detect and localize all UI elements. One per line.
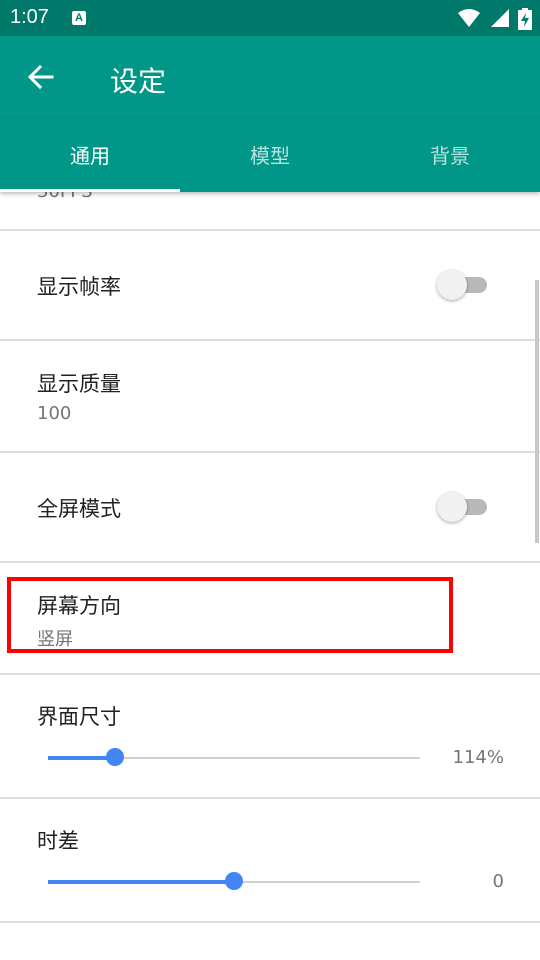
time-offset-value: 0 [492, 871, 504, 892]
highlight-box [7, 577, 453, 653]
app-bar: 设定 [0, 36, 540, 120]
setting-show-fps-label: 显示帧率 [37, 275, 121, 299]
ui-size-slider[interactable] [48, 748, 420, 768]
arrow-back-icon [27, 64, 54, 90]
setting-fullscreen[interactable]: 全屏模式 [0, 453, 540, 561]
status-bar: 1:07 A [0, 0, 540, 36]
status-icons [454, 8, 532, 30]
tab-bar: 通用 模型 背景 [0, 120, 540, 192]
toggle-thumb [437, 270, 467, 300]
toggle-thumb [437, 492, 467, 522]
status-time: 1:07 [10, 6, 49, 28]
notification-icon: A [72, 11, 86, 25]
tab-indicator [0, 189, 180, 192]
setting-ui-size[interactable]: 界面尺寸 114% [0, 675, 540, 797]
time-offset-slider[interactable] [48, 872, 420, 892]
fullscreen-toggle[interactable] [437, 492, 489, 522]
setting-show-fps[interactable]: 显示帧率 [0, 231, 540, 339]
wifi-icon [457, 9, 480, 27]
tab-general[interactable]: 通用 [0, 120, 180, 192]
slider-thumb[interactable] [225, 872, 243, 890]
back-button[interactable] [26, 62, 56, 92]
setting-fullscreen-label: 全屏模式 [37, 497, 121, 521]
scrollbar[interactable] [535, 280, 539, 543]
setting-display-quality-label: 显示质量 [37, 372, 121, 396]
tab-model[interactable]: 模型 [180, 120, 360, 192]
show-fps-toggle[interactable] [437, 270, 489, 300]
setting-time-offset-label: 时差 [37, 829, 79, 853]
divider [0, 921, 540, 923]
settings-list[interactable]: 30FPS 显示帧率 显示质量 100 全屏模式 屏幕方向 竖屏 界面尺寸 [0, 192, 540, 960]
setting-display-quality[interactable]: 显示质量 100 [0, 341, 540, 451]
cell-signal-icon [490, 9, 509, 27]
setting-time-offset[interactable]: 时差 0 [0, 799, 540, 921]
setting-fps-value: 30FPS [37, 192, 93, 202]
tab-background[interactable]: 背景 [360, 120, 540, 192]
slider-fill [48, 880, 234, 884]
slider-fill [48, 756, 115, 760]
setting-fps[interactable]: 30FPS [0, 192, 540, 229]
slider-thumb[interactable] [106, 748, 124, 766]
page-title: 设定 [110, 65, 167, 98]
ui-size-value: 114% [452, 747, 504, 768]
battery-charging-icon [518, 8, 532, 30]
setting-display-quality-value: 100 [37, 403, 72, 424]
setting-ui-size-label: 界面尺寸 [37, 705, 121, 729]
